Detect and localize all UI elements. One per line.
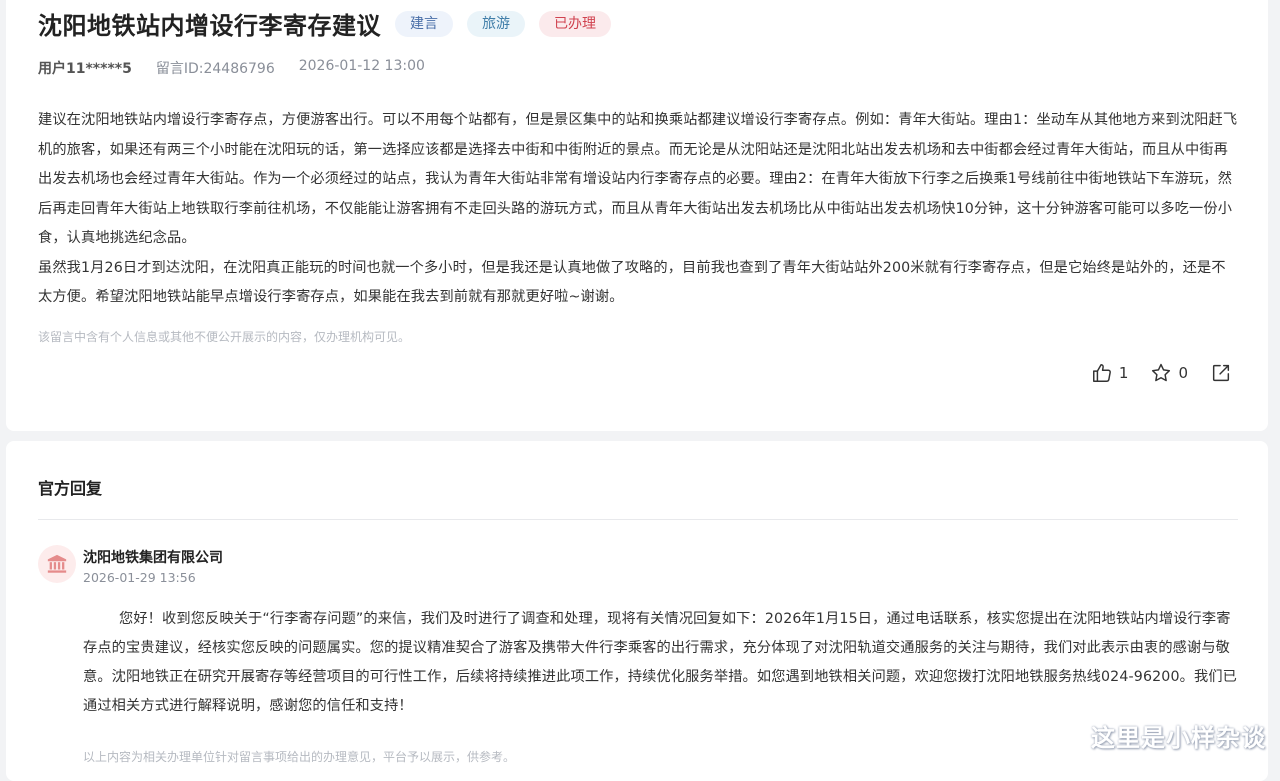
like-button[interactable]: 1 (1091, 362, 1129, 384)
share-icon (1212, 364, 1230, 382)
government-building-icon (47, 554, 67, 573)
reply-note: 以上内容为相关办理单位针对留言事项给出的办理意见，平台予以展示，供参考。 (83, 750, 516, 764)
post-datetime: 2026-01-12 13:00 (298, 58, 425, 74)
message-card: 沈阳地铁站内增设行李寄存建议 建言 旅游 已办理 用户11*****5 留言ID… (6, 0, 1268, 431)
reply-date: 2026-01-29 13:56 (83, 570, 196, 585)
action-bar: 1 0 (1069, 362, 1232, 384)
tag-tourism[interactable]: 旅游 (467, 10, 525, 37)
content-paragraph: 建议在沈阳地铁站内增设行李寄存点，方便游客出行。可以不用每个站都有，但是景区集中… (38, 112, 1238, 246)
thumbs-up-icon (1092, 364, 1111, 382)
tag-suggestion[interactable]: 建言 (395, 10, 453, 37)
reply-body: 您好！收到您反映关于“行李寄存问题”的来信，我们及时进行了调查和处理，现将有关情… (83, 611, 1237, 714)
reply-section-title: 官方回复 (38, 479, 103, 498)
content-paragraph: 虽然我1月26日才到达沈阳，在沈阳真正能玩的时间也就一个多小时，但是我还是认真地… (38, 259, 1226, 306)
message-id: 留言ID:24486796 (155, 61, 275, 77)
favorite-count: 0 (1178, 364, 1188, 382)
favorite-button[interactable]: 0 (1150, 362, 1188, 384)
avatar (38, 545, 76, 583)
title-row: 沈阳地铁站内增设行李寄存建议 建言 旅游 已办理 (38, 6, 611, 41)
org-name: 沈阳地铁集团有限公司 (83, 550, 223, 566)
share-button[interactable] (1210, 362, 1232, 384)
privacy-note: 该留言中含有个人信息或其他不便公开展示的内容，仅办理机构可见。 (38, 330, 411, 344)
official-reply-card: 官方回复 沈阳地铁集团有限公司 2026-01-29 13:56 您好！收到您反… (6, 441, 1268, 781)
divider (38, 519, 1238, 520)
star-icon (1152, 363, 1171, 382)
page-title: 沈阳地铁站内增设行李寄存建议 (38, 12, 381, 40)
post-meta: 用户11*****5 留言ID:24486796 2026-01-12 13:0… (38, 58, 449, 78)
watermark: 这里是小样杂谈 (1091, 724, 1266, 752)
status-badge: 已办理 (539, 10, 611, 37)
user-name: 用户11*****5 (38, 61, 132, 77)
like-count: 1 (1118, 364, 1129, 382)
message-content: 建议在沈阳地铁站内增设行李寄存点，方便游客出行。可以不用每个站都有，但是景区集中… (38, 106, 1238, 313)
